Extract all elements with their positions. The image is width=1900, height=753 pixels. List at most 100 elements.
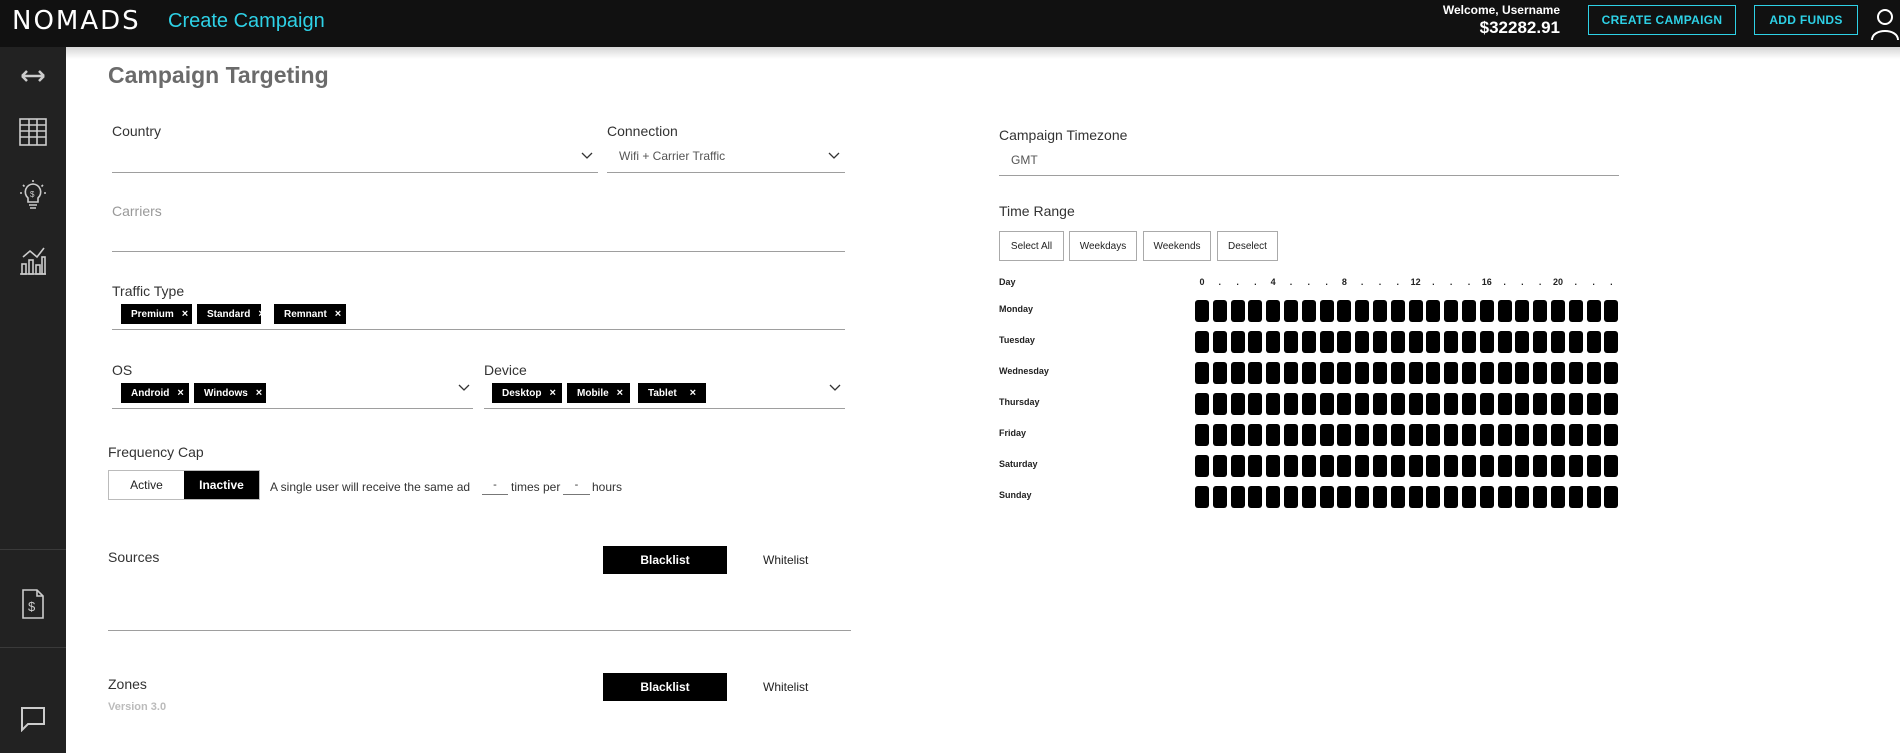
frequency-toggle[interactable]: Active Inactive — [108, 470, 260, 500]
remove-tag-icon[interactable]: × — [682, 387, 696, 399]
hour-cell[interactable] — [1337, 455, 1352, 477]
timezone-select[interactable]: GMT — [1011, 153, 1038, 167]
table-grid-icon[interactable] — [0, 109, 66, 155]
logo[interactable]: NOMADS — [12, 6, 141, 36]
hour-cell[interactable] — [1337, 362, 1352, 384]
hour-cell[interactable] — [1479, 362, 1494, 384]
hour-cell[interactable] — [1301, 393, 1316, 415]
hour-cell[interactable] — [1355, 393, 1370, 415]
hour-cell[interactable] — [1479, 393, 1494, 415]
zones-blacklist-button[interactable]: Blacklist — [603, 673, 727, 701]
hour-cell[interactable] — [1373, 393, 1387, 415]
hour-cell[interactable] — [1319, 486, 1334, 508]
hour-cell[interactable] — [1551, 300, 1565, 322]
hour-cell[interactable] — [1515, 486, 1530, 508]
hour-cell[interactable] — [1248, 455, 1263, 477]
hour-cell[interactable] — [1266, 393, 1281, 415]
frequency-active-option[interactable]: Active — [109, 471, 184, 499]
tag[interactable]: Premium × — [121, 304, 192, 324]
hour-cell[interactable] — [1337, 393, 1352, 415]
hour-cell[interactable] — [1266, 486, 1281, 508]
hour-cell[interactable] — [1604, 486, 1619, 508]
hour-cell[interactable] — [1515, 331, 1530, 353]
hour-cell[interactable] — [1212, 300, 1227, 322]
hour-cell[interactable] — [1230, 486, 1245, 508]
hour-cell[interactable] — [1390, 455, 1405, 477]
hour-cell[interactable] — [1604, 362, 1619, 384]
hour-cell[interactable] — [1319, 393, 1334, 415]
hour-cell[interactable] — [1462, 455, 1476, 477]
hour-cell[interactable] — [1301, 486, 1316, 508]
tag[interactable]: Mobile × — [567, 383, 630, 403]
hour-cell[interactable] — [1337, 486, 1352, 508]
hour-cell[interactable] — [1408, 331, 1423, 353]
hour-cell[interactable] — [1373, 300, 1387, 322]
hour-cell[interactable] — [1604, 300, 1619, 322]
tag[interactable]: Tablet × — [638, 383, 706, 403]
hour-cell[interactable] — [1462, 300, 1476, 322]
hour-cell[interactable] — [1284, 362, 1298, 384]
hour-cell[interactable] — [1195, 424, 1209, 446]
hour-cell[interactable] — [1355, 424, 1370, 446]
tag[interactable]: Android × — [121, 383, 189, 403]
remove-tag-icon[interactable]: × — [327, 308, 341, 320]
chevron-down-icon[interactable] — [827, 151, 841, 161]
hour-cell[interactable] — [1568, 393, 1583, 415]
chevron-down-icon[interactable] — [580, 151, 594, 161]
hour-cell[interactable] — [1586, 300, 1601, 322]
connection-select[interactable]: Wifi + Carrier Traffic — [619, 149, 725, 163]
country-select[interactable] — [120, 150, 590, 168]
hour-cell[interactable] — [1390, 486, 1405, 508]
hour-cell[interactable] — [1408, 455, 1423, 477]
hour-cell[interactable] — [1408, 486, 1423, 508]
hour-cell[interactable] — [1444, 300, 1459, 322]
hour-cell[interactable] — [1444, 393, 1459, 415]
select-all-button[interactable]: Select All — [999, 231, 1064, 261]
hour-cell[interactable] — [1426, 300, 1441, 322]
hour-cell[interactable] — [1212, 362, 1227, 384]
tag[interactable]: Desktop × — [492, 383, 562, 403]
hour-cell[interactable] — [1426, 331, 1441, 353]
hour-cell[interactable] — [1533, 362, 1548, 384]
remove-tag-icon[interactable]: × — [609, 387, 623, 399]
hour-cell[interactable] — [1408, 300, 1423, 322]
arrows-horizontal-icon[interactable] — [0, 53, 66, 99]
hour-cell[interactable] — [1230, 300, 1245, 322]
hour-cell[interactable] — [1319, 424, 1334, 446]
frequency-inactive-option[interactable]: Inactive — [184, 471, 259, 499]
hour-cell[interactable] — [1533, 331, 1548, 353]
hour-cell[interactable] — [1462, 486, 1476, 508]
hour-cell[interactable] — [1195, 455, 1209, 477]
hour-cell[interactable] — [1373, 486, 1387, 508]
hour-cell[interactable] — [1568, 331, 1583, 353]
hour-cell[interactable] — [1248, 486, 1263, 508]
hour-cell[interactable] — [1373, 424, 1387, 446]
hour-cell[interactable] — [1586, 486, 1601, 508]
zones-whitelist-button[interactable]: Whitelist — [763, 680, 808, 694]
hour-cell[interactable] — [1284, 486, 1298, 508]
hour-cell[interactable] — [1195, 331, 1209, 353]
create-campaign-button[interactable]: CREATE CAMPAIGN — [1588, 5, 1736, 35]
chat-bubble-icon[interactable] — [0, 696, 66, 742]
hour-cell[interactable] — [1479, 300, 1494, 322]
hour-cell[interactable] — [1266, 300, 1281, 322]
hour-cell[interactable] — [1248, 424, 1263, 446]
hour-cell[interactable] — [1408, 362, 1423, 384]
frequency-times-input[interactable]: - — [482, 479, 508, 495]
add-funds-button[interactable]: ADD FUNDS — [1754, 5, 1858, 35]
chevron-down-icon[interactable] — [828, 383, 842, 393]
hour-cell[interactable] — [1551, 486, 1565, 508]
hour-cell[interactable] — [1586, 331, 1601, 353]
hour-cell[interactable] — [1604, 393, 1619, 415]
hour-cell[interactable] — [1462, 393, 1476, 415]
hour-cell[interactable] — [1604, 455, 1619, 477]
hour-cell[interactable] — [1301, 362, 1316, 384]
hour-cell[interactable] — [1551, 393, 1565, 415]
hour-cell[interactable] — [1319, 331, 1334, 353]
remove-tag-icon[interactable]: × — [541, 387, 555, 399]
hour-cell[interactable] — [1497, 455, 1512, 477]
hour-cell[interactable] — [1444, 486, 1459, 508]
hour-cell[interactable] — [1284, 331, 1298, 353]
frequency-hours-input[interactable]: - — [563, 479, 590, 495]
hour-cell[interactable] — [1497, 486, 1512, 508]
